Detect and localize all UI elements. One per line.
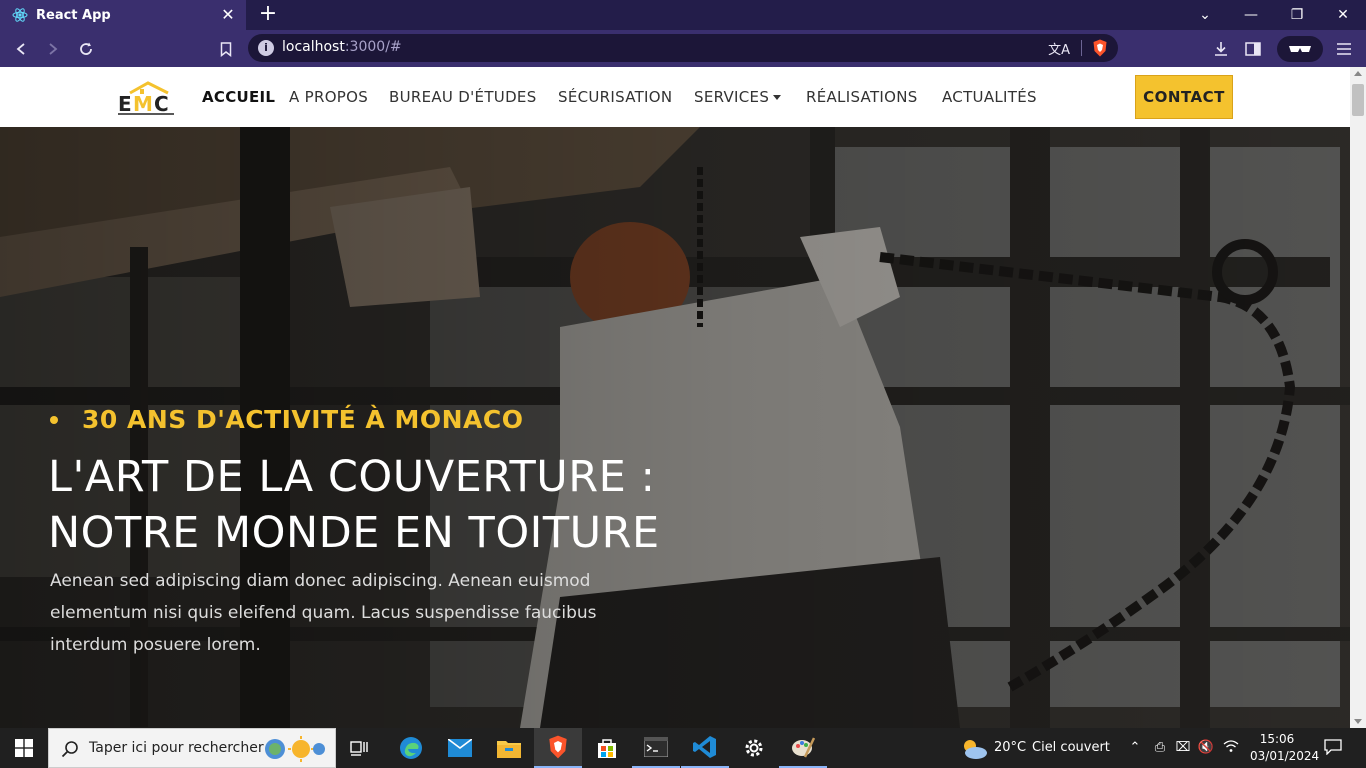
forward-icon[interactable]	[40, 36, 66, 62]
weather-cloud-icon[interactable]	[960, 738, 988, 760]
network-icon[interactable]: ⌧	[1174, 739, 1192, 757]
nav-bureau-etudes[interactable]: BUREAU D'ÉTUDES	[389, 88, 537, 106]
hero-title: L'ART DE LA COUVERTURE : NOTRE MONDE EN …	[48, 449, 748, 561]
volume-muted-icon[interactable]: 🔇	[1197, 739, 1215, 757]
bookmark-icon[interactable]	[213, 36, 239, 62]
hero-eyebrow: 30 ANS D'ACTIVITÉ À MONACO	[50, 405, 523, 434]
new-tab-icon[interactable]: +	[256, 3, 280, 27]
hero-description: Aenean sed adipiscing diam donec adipisc…	[50, 565, 690, 661]
nav-realisations[interactable]: RÉALISATIONS	[806, 88, 918, 106]
settings-gear-icon[interactable]	[730, 728, 778, 768]
contact-button[interactable]: CONTACT	[1135, 75, 1233, 119]
nav-services-dropdown[interactable]: SERVICES	[694, 88, 782, 106]
emc-logo[interactable]: E M C	[116, 79, 180, 117]
hero-text-line-1: Aenean sed adipiscing diam donec adipisc…	[50, 571, 591, 591]
weather-condition[interactable]: Ciel couvert	[1032, 740, 1110, 755]
menu-icon[interactable]	[1331, 36, 1357, 62]
scroll-thumb[interactable]	[1352, 84, 1364, 116]
svg-text:C: C	[154, 92, 169, 116]
close-tab-icon[interactable]: ✕	[218, 5, 238, 25]
windows-taskbar: Taper ici pour rechercher 20°C Ciel couv…	[0, 728, 1366, 768]
browser-tab-strip: React App ✕ + ⌄ — ❐ ✕	[0, 0, 1366, 30]
caret-down-icon	[773, 95, 782, 100]
paint-icon[interactable]	[779, 728, 827, 768]
page-viewport: E M C ACCUEIL A PROPOS BUREAU D'ÉTUDES S…	[0, 67, 1350, 728]
mail-icon[interactable]	[436, 728, 484, 768]
url-separator	[1081, 40, 1082, 56]
terminal-icon[interactable]	[632, 728, 680, 768]
hero-eyebrow-text: 30 ANS D'ACTIVITÉ À MONACO	[82, 405, 524, 434]
tab-list-chevron-icon[interactable]: ⌄	[1182, 0, 1228, 30]
nav-securisation[interactable]: SÉCURISATION	[558, 88, 672, 106]
minimize-icon[interactable]: —	[1228, 0, 1274, 30]
address-bar[interactable]: i localhost:3000/# 文A	[248, 34, 1118, 62]
site-info-icon[interactable]: i	[258, 40, 274, 56]
task-view-icon[interactable]	[336, 728, 384, 768]
site-navbar: E M C ACCUEIL A PROPOS BUREAU D'ÉTUDES S…	[0, 67, 1350, 127]
restore-icon[interactable]: ❐	[1274, 0, 1320, 30]
svg-text:E: E	[118, 92, 132, 116]
search-icon	[61, 741, 78, 758]
reload-icon[interactable]	[73, 36, 99, 62]
browser-tab[interactable]: React App ✕	[0, 0, 246, 30]
page-scrollbar[interactable]	[1350, 67, 1366, 728]
notification-center-icon[interactable]	[1324, 739, 1342, 757]
reader-mode-icon[interactable]	[1277, 36, 1323, 62]
search-placeholder: Taper ici pour rechercher	[89, 740, 264, 756]
nav-actualites[interactable]: ACTUALITÉS	[942, 88, 1037, 106]
brave-browser-icon[interactable]	[534, 728, 582, 768]
file-explorer-icon[interactable]	[485, 728, 533, 768]
url-text[interactable]: localhost:3000/#	[282, 39, 402, 55]
taskbar-search-box[interactable]: Taper ici pour rechercher	[48, 728, 336, 768]
taskbar-clock[interactable]: 15:06 03/01/2024	[1250, 731, 1320, 765]
brave-shield-icon[interactable]	[1092, 39, 1108, 57]
hero-title-line-1: L'ART DE LA COUVERTURE :	[48, 452, 656, 502]
sidebar-icon[interactable]	[1240, 36, 1266, 62]
search-highlight-icon	[265, 736, 325, 762]
hero-section: 30 ANS D'ACTIVITÉ À MONACO L'ART DE LA C…	[0, 127, 1350, 728]
hero-title-line-2: NOTRE MONDE EN TOITURE	[48, 508, 660, 558]
edge-icon[interactable]	[387, 728, 435, 768]
svg-text:M: M	[133, 92, 153, 116]
vscode-icon[interactable]	[681, 728, 729, 768]
bullet-dot	[50, 415, 58, 424]
clock-date: 03/01/2024	[1250, 749, 1320, 763]
scroll-up-arrow-icon[interactable]	[1354, 71, 1362, 76]
store-icon[interactable]	[583, 728, 631, 768]
hero-text-line-3: interdum posuere lorem.	[50, 635, 261, 655]
wifi-icon[interactable]	[1222, 739, 1240, 757]
translate-icon[interactable]: 文A	[1048, 39, 1070, 58]
window-close-icon[interactable]: ✕	[1320, 0, 1366, 30]
meet-now-icon[interactable]: ⎙	[1151, 739, 1169, 757]
nav-accueil[interactable]: ACCUEIL	[202, 88, 275, 106]
download-icon[interactable]	[1208, 36, 1234, 62]
nav-a-propos[interactable]: A PROPOS	[289, 88, 368, 106]
weather-temperature[interactable]: 20°C	[994, 740, 1026, 755]
browser-toolbar: i localhost:3000/# 文A	[0, 30, 1366, 67]
windows-start-icon[interactable]	[0, 728, 48, 768]
tab-title: React App	[36, 7, 111, 23]
back-icon[interactable]	[8, 36, 34, 62]
scroll-down-arrow-icon[interactable]	[1354, 719, 1362, 724]
react-icon	[12, 8, 28, 22]
show-hidden-icons-chevron-icon[interactable]: ⌃	[1126, 739, 1144, 757]
hero-text-line-2: elementum nisi quis eleifend quam. Lacus…	[50, 603, 597, 623]
clock-time: 15:06	[1259, 732, 1295, 746]
nav-services-label: SERVICES	[694, 88, 770, 106]
